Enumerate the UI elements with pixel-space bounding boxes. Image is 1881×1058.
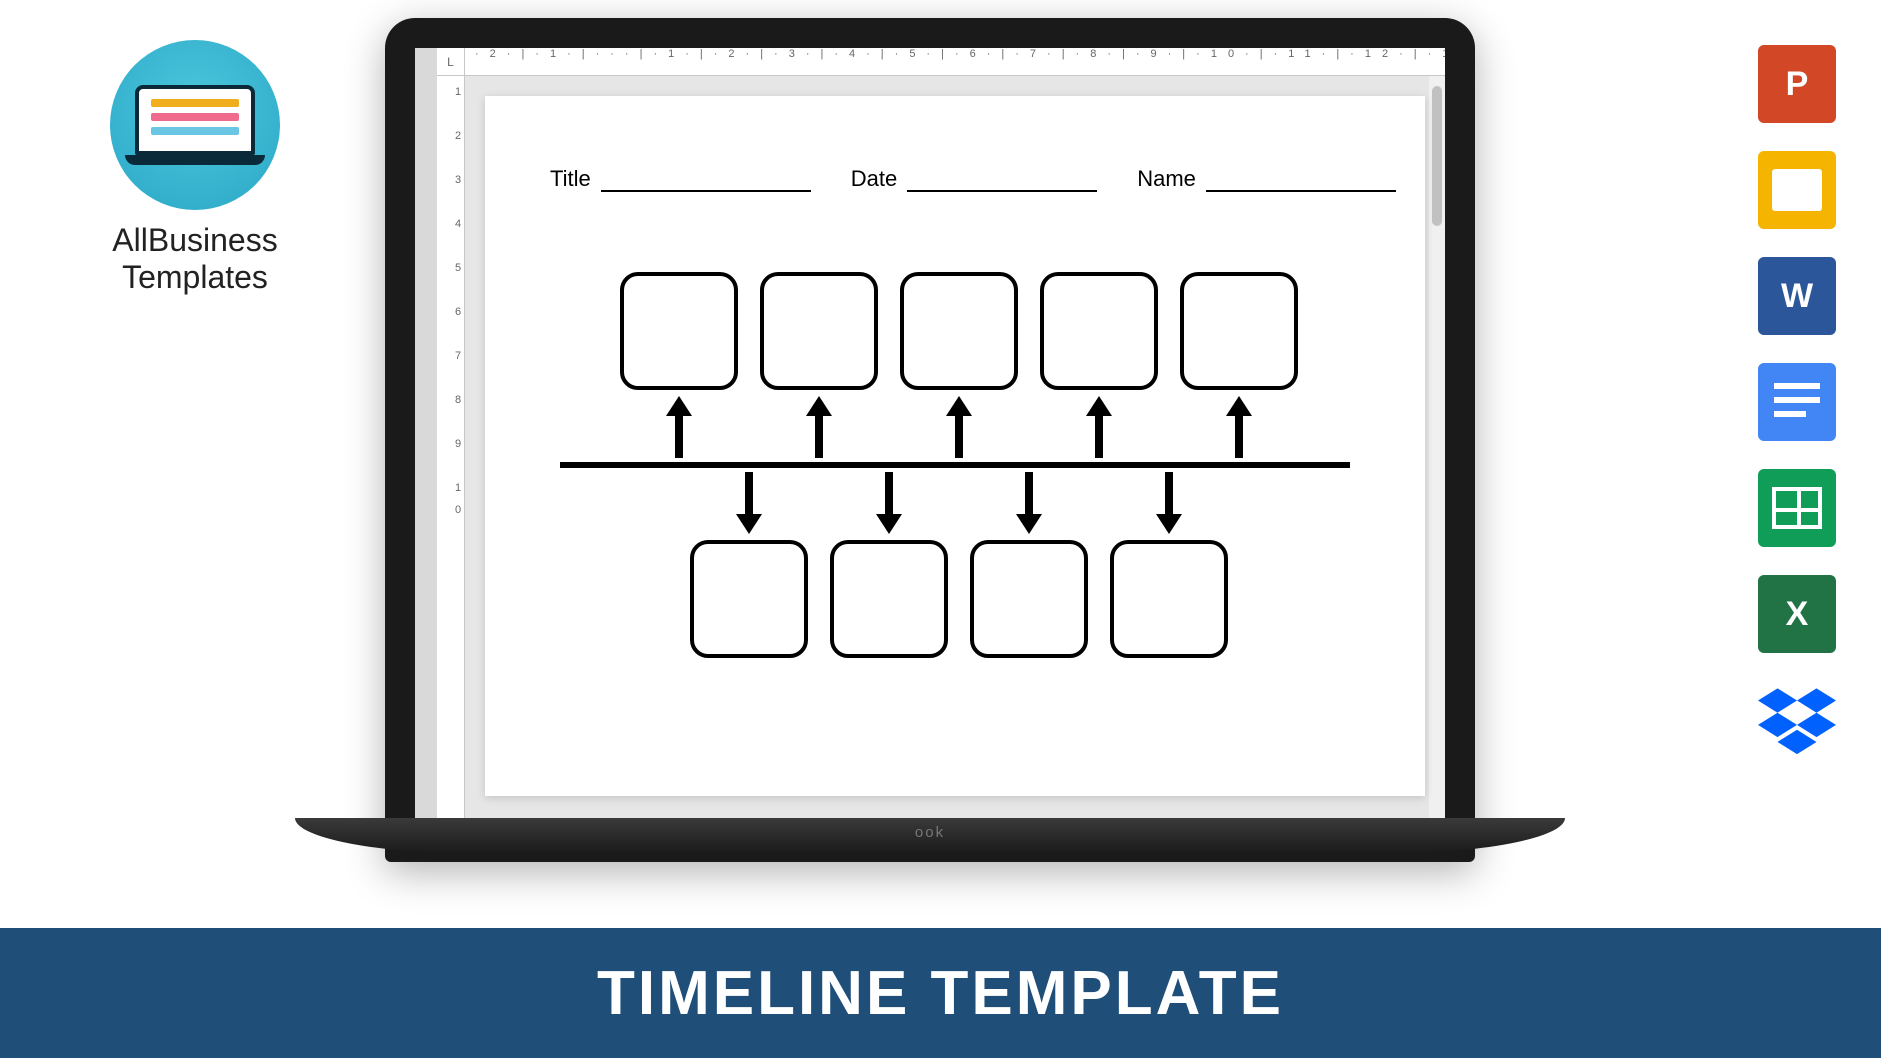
laptop-screen: L ·2·|·1·|···|·1·|·2·|·3·|·4·|·5·|·6·|·7… — [415, 48, 1445, 818]
vertical-scrollbar[interactable] — [1429, 76, 1445, 818]
dropbox-icon[interactable] — [1758, 681, 1836, 759]
timeline-box-top[interactable] — [620, 272, 738, 390]
brand-block: AllBusiness Templates — [80, 40, 310, 296]
laptop-bezel: L ·2·|·1·|···|·1·|·2·|·3·|·4·|·5·|·6·|·7… — [385, 18, 1475, 862]
google-sheets-icon[interactable] — [1758, 469, 1836, 547]
brand-laptop-icon — [135, 85, 255, 165]
timeline-box-bottom[interactable] — [1110, 540, 1228, 658]
timeline-axis — [560, 462, 1350, 468]
laptop-mockup: L ·2·|·1·|···|·1·|·2·|·3·|·4·|·5·|·6·|·7… — [385, 18, 1475, 862]
brand-line2: Templates — [122, 259, 268, 295]
title-blank[interactable] — [601, 190, 811, 192]
brand-name: AllBusiness Templates — [80, 222, 310, 296]
hinge-brand-text: ook — [915, 824, 945, 841]
timeline-box-bottom[interactable] — [970, 540, 1088, 658]
google-docs-icon[interactable] — [1758, 363, 1836, 441]
timeline-box-bottom[interactable] — [830, 540, 948, 658]
banner-title: TIMELINE TEMPLATE — [597, 958, 1284, 1029]
laptop-hinge: ook — [295, 818, 1565, 854]
date-label: Date — [851, 166, 897, 192]
header-fields: Title Date Name — [550, 166, 1360, 192]
document-page: Title Date Name — [485, 96, 1425, 796]
timeline-diagram — [550, 262, 1360, 682]
timeline-box-top[interactable] — [760, 272, 878, 390]
timeline-box-top[interactable] — [900, 272, 1018, 390]
editor-margin — [415, 48, 437, 818]
excel-icon[interactable]: X — [1758, 575, 1836, 653]
brand-badge — [110, 40, 280, 210]
google-slides-icon[interactable] — [1758, 151, 1836, 229]
brand-line1: AllBusiness — [112, 222, 277, 258]
word-icon[interactable]: W — [1758, 257, 1836, 335]
footer-banner: TIMELINE TEMPLATE — [0, 928, 1881, 1058]
date-field: Date — [851, 166, 1097, 192]
ruler-corner: L — [437, 48, 465, 76]
horizontal-ruler: ·2·|·1·|···|·1·|·2·|·3·|·4·|·5·|·6·|·7·|… — [465, 48, 1445, 76]
app-icons-column: P W X — [1758, 45, 1836, 759]
timeline-box-bottom[interactable] — [690, 540, 808, 658]
name-blank[interactable] — [1206, 190, 1396, 192]
powerpoint-icon[interactable]: P — [1758, 45, 1836, 123]
timeline-box-top[interactable] — [1180, 272, 1298, 390]
name-label: Name — [1137, 166, 1196, 192]
title-field: Title — [550, 166, 811, 192]
title-label: Title — [550, 166, 591, 192]
date-blank[interactable] — [907, 190, 1097, 192]
name-field: Name — [1137, 166, 1396, 192]
vertical-ruler: 1 2 3 4 5 6 7 8 9 10 — [437, 76, 465, 818]
timeline-box-top[interactable] — [1040, 272, 1158, 390]
